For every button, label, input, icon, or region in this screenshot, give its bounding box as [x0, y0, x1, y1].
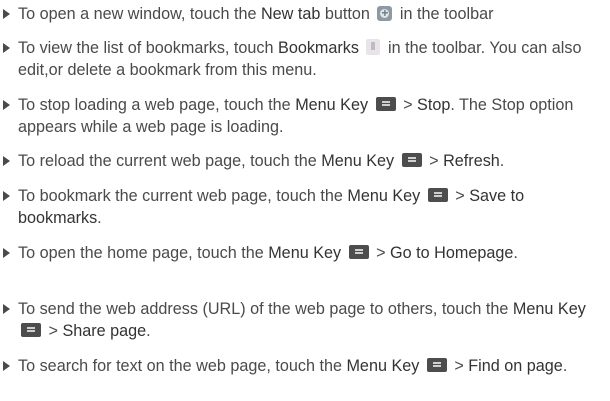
ui-term: Menu Key [347, 187, 421, 205]
list-item-text: To send the web address (URL) of the web… [18, 298, 608, 342]
ui-term: Go to Homepage [390, 244, 514, 262]
ui-term: Menu Key [321, 152, 395, 170]
text-run: . [146, 322, 151, 340]
ui-term: Find on page [468, 357, 563, 375]
ui-term: New tab [260, 5, 321, 23]
bullet-arrow-icon [3, 304, 10, 314]
bookmark-icon [366, 39, 381, 55]
bullet-arrow-icon [3, 248, 10, 258]
list-item-text: To open the home page, touch the Menu Ke… [18, 242, 608, 264]
list-item: To bookmark the current web page, touch … [0, 185, 608, 229]
menu-key-icon [427, 188, 448, 202]
menu-key-icon [21, 323, 41, 337]
list-item: To view the list of bookmarks, touch Boo… [0, 37, 608, 81]
ui-term: Stop [417, 96, 451, 114]
list-item: To stop loading a web page, touch the Me… [0, 94, 608, 138]
list-item-text: To reload the current web page, touch th… [18, 150, 608, 172]
ui-term: Menu Key [512, 300, 586, 318]
new-tab-icon [377, 3, 393, 23]
bullet-arrow-icon [3, 100, 10, 110]
bullet-arrow-icon [3, 43, 10, 53]
list-item: To open a new window, touch the New tab … [0, 3, 608, 25]
bullet-arrow-icon [3, 9, 10, 19]
ui-term: Refresh [443, 152, 500, 170]
list-item-text: To open a new window, touch the New tab … [18, 3, 608, 25]
instruction-page: To open a new window, touch the New tab … [0, 0, 610, 401]
menu-key-icon [401, 153, 422, 167]
list-item-text: To bookmark the current web page, touch … [18, 185, 608, 229]
text-run: To stop loading a web page, touch the [18, 96, 296, 114]
text-run: > [398, 96, 418, 114]
ui-term: Menu Key [295, 96, 369, 114]
text-run: To view the list of bookmarks, touch [18, 39, 279, 57]
list-item: To open the home page, touch the Menu Ke… [0, 242, 608, 264]
ui-term: Menu Key [268, 244, 342, 262]
menu-key-icon [375, 97, 396, 111]
text-run: To open the home page, touch the [18, 244, 269, 262]
bullet-arrow-icon [3, 191, 10, 201]
bullet-arrow-icon [3, 361, 10, 371]
text-run: > [449, 357, 469, 375]
text-run: To bookmark the current web page, touch … [18, 187, 348, 205]
list-item-text: To search for text on the web page, touc… [18, 355, 608, 377]
text-run: To open a new window, touch the [18, 5, 261, 23]
menu-key-icon [426, 358, 447, 372]
text-run: . [513, 244, 518, 262]
text-run: To reload the current web page, touch th… [18, 152, 322, 170]
list-item-text: To view the list of bookmarks, touch Boo… [18, 37, 608, 81]
text-run: > [450, 187, 470, 205]
text-run: button [320, 5, 375, 23]
list-item: To send the web address (URL) of the web… [0, 298, 608, 342]
list-item: To search for text on the web page, touc… [0, 355, 608, 377]
text-run: > [44, 322, 63, 340]
text-run: in the toolbar [395, 5, 494, 23]
menu-key-icon [348, 245, 369, 259]
text-run: > [371, 244, 391, 262]
text-run: . [499, 152, 505, 170]
text-run: . [97, 209, 102, 227]
list-item: To reload the current web page, touch th… [0, 150, 608, 172]
list-item-text: To stop loading a web page, touch the Me… [18, 94, 608, 138]
bullet-arrow-icon [3, 156, 10, 166]
ui-term: Bookmarks [278, 39, 359, 57]
text-run: . [562, 357, 568, 375]
ui-term: Share page [62, 322, 147, 340]
text-run: > [424, 152, 444, 170]
text-run: To send the web address (URL) of the web… [18, 300, 513, 318]
ui-term: Menu Key [346, 357, 420, 375]
text-run: To search for text on the web page, touc… [18, 357, 347, 375]
